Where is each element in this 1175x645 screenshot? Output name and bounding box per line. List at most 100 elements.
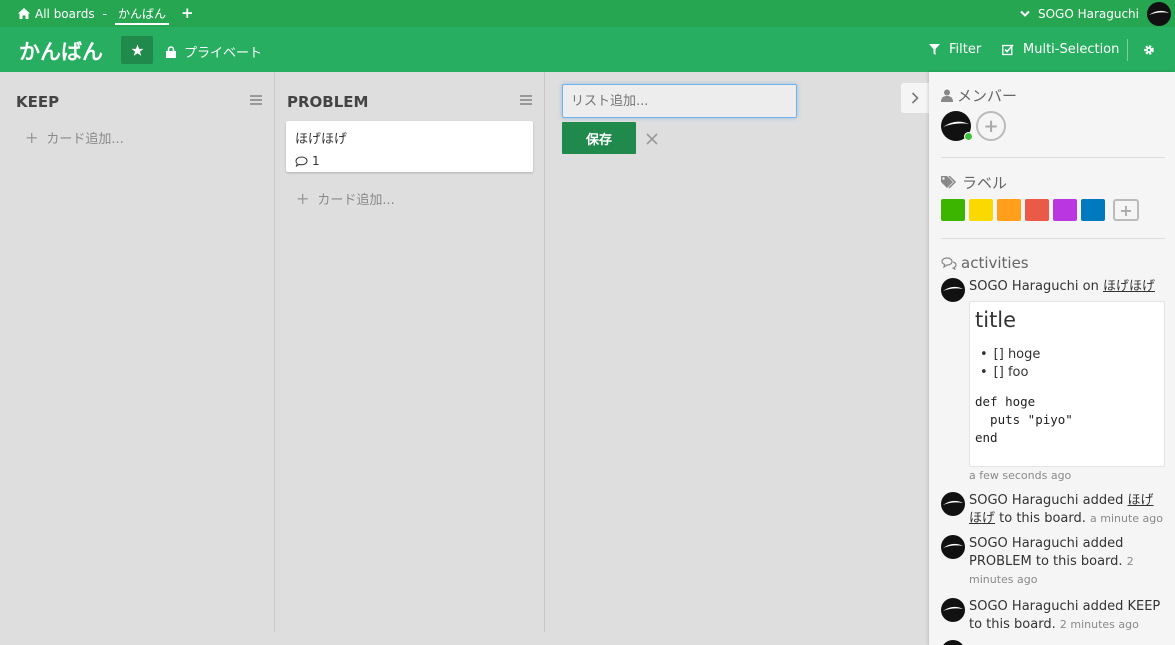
activity-item: SOGO Haraguchi on ほげほげ (969, 278, 1169, 296)
avatar[interactable] (941, 640, 965, 645)
activity-timestamp: 2 (1126, 555, 1134, 568)
avatar[interactable] (941, 278, 965, 302)
filter-icon (929, 44, 940, 55)
comment-heading: title (975, 308, 1017, 332)
add-card-button[interactable]: + カード追加... (296, 189, 395, 208)
lock-icon (166, 45, 176, 58)
filter-button[interactable]: Filter (929, 42, 981, 57)
labels-title: ラベル (962, 174, 1008, 192)
activity-rest: to this board. (969, 617, 1056, 632)
plus-icon: + (296, 189, 310, 208)
activity-target: PROBLEM (969, 554, 1032, 569)
multi-selection-label: Multi-Selection (1023, 42, 1120, 57)
divider (1127, 39, 1128, 61)
current-board-tab[interactable]: かんばん (114, 3, 169, 25)
privacy-label: プライベート (184, 46, 263, 61)
labels-heading: ラベル (941, 172, 1007, 193)
activity-user[interactable]: SOGO Haraguchi (969, 599, 1078, 614)
tags-icon (941, 176, 957, 189)
activity-rest: to this board. (999, 511, 1086, 526)
comments-icon (941, 256, 957, 270)
add-card-button[interactable]: + カード追加... (25, 128, 124, 147)
board-header: かんばん プライベート Filter Multi-Selection (0, 27, 1175, 72)
activity-item: SOGO Haraguchi added KEEP to this board.… (969, 598, 1169, 634)
activity-item: SOGO Haraguchi added PROBLEM to this boa… (969, 535, 1169, 589)
gear-icon[interactable] (1143, 44, 1155, 56)
top-nav: All boards - かんばん + SOGO Haraguchi (0, 0, 1175, 27)
divider (941, 238, 1165, 239)
activity-item: SOGO Haraguchi added ほげ ほげ to this board… (969, 492, 1169, 528)
avatar[interactable] (941, 492, 965, 516)
add-board-button[interactable]: + (181, 6, 194, 21)
sidebar-toggle-button[interactable] (901, 83, 929, 113)
label-yellow[interactable] (969, 199, 993, 221)
activity-rest: to this board. (1035, 554, 1123, 569)
activity-verb: added (1082, 493, 1124, 508)
user-icon (941, 89, 953, 102)
add-card-label: カード追加... (46, 132, 124, 147)
comment-list: [] hoge [] foo (980, 346, 1041, 382)
list-keep: KEEP + カード追加... (0, 72, 275, 632)
avatar[interactable] (1147, 1, 1171, 26)
activity-timestamp: 2 minutes ago (1059, 618, 1139, 631)
online-status-dot (964, 132, 973, 141)
list-title[interactable]: KEEP (16, 93, 59, 111)
activity-target-link[interactable]: ほげ (1127, 493, 1153, 508)
activity-timestamp: minutes ago (969, 573, 1038, 586)
activity-timestamp: a minute ago (1090, 512, 1163, 525)
multi-selection-button[interactable]: Multi-Selection (1002, 42, 1119, 57)
activity-verb: added (1082, 536, 1124, 551)
board-title[interactable]: かんばん (19, 36, 103, 66)
star-icon (131, 44, 143, 56)
activity-user[interactable]: SOGO Haraguchi (969, 493, 1078, 508)
all-boards-link[interactable]: All boards (35, 7, 95, 21)
label-purple[interactable] (1053, 199, 1077, 221)
plus-icon: + (25, 128, 39, 147)
add-list-input[interactable] (562, 84, 797, 118)
card[interactable]: ほげほげ 1 (286, 121, 533, 172)
comment-badge: 1 (295, 154, 320, 168)
star-button[interactable] (121, 36, 153, 64)
activity-target-link[interactable]: ほげほげ (1103, 279, 1155, 294)
activities-heading: activities (941, 254, 1029, 272)
comment-code-block: def hoge puts "piyo" end (975, 394, 1073, 445)
comment-count: 1 (312, 154, 320, 168)
add-member-button[interactable]: + (976, 111, 1006, 141)
card-title: ほげほげ (295, 132, 348, 147)
list-menu-icon[interactable] (520, 95, 532, 105)
activity-verb: added (1082, 599, 1124, 614)
comment-content: title [] hoge [] foo def hoge puts "piyo… (969, 301, 1165, 467)
label-red[interactable] (1025, 199, 1049, 221)
nav-separator: - (102, 6, 107, 21)
close-icon[interactable] (645, 132, 659, 146)
comment-list-item: [] hoge (980, 346, 1041, 364)
activity-target-link[interactable]: ほげ (969, 511, 995, 526)
filter-label: Filter (949, 42, 982, 57)
avatar[interactable] (941, 535, 965, 559)
chevron-right-icon (911, 92, 919, 104)
user-name[interactable]: SOGO Haraguchi (1038, 7, 1139, 21)
sidebar: メンバー + ラベル + activities SOGO Haraguchi o… (929, 72, 1175, 645)
add-card-label: カード追加... (317, 193, 395, 208)
members-heading: メンバー (941, 85, 1017, 106)
list-problem: PROBLEM ほげほげ 1 + カード追加... (275, 72, 545, 632)
privacy-button[interactable]: プライベート (166, 42, 262, 61)
list-title[interactable]: PROBLEM (287, 93, 368, 111)
divider (941, 157, 1165, 158)
activity-timestamp: a few seconds ago (969, 469, 1072, 482)
add-label-button[interactable]: + (1113, 199, 1139, 221)
save-button[interactable]: 保存 (562, 122, 636, 154)
list-menu-icon[interactable] (250, 95, 262, 105)
comment-list-item: [] foo (980, 364, 1040, 382)
activity-user[interactable]: SOGO Haraguchi (969, 536, 1078, 551)
members-title: メンバー (957, 87, 1018, 105)
activity-target: KEEP (1127, 599, 1161, 614)
label-orange[interactable] (997, 199, 1021, 221)
activity-user[interactable]: SOGO Haraguchi (969, 279, 1078, 294)
label-blue[interactable] (1081, 199, 1105, 221)
label-green[interactable] (941, 199, 965, 221)
activities-title: activities (961, 254, 1029, 272)
avatar[interactable] (941, 598, 965, 622)
checkbox-icon (1002, 43, 1014, 55)
chevron-down-icon[interactable] (1020, 10, 1030, 18)
